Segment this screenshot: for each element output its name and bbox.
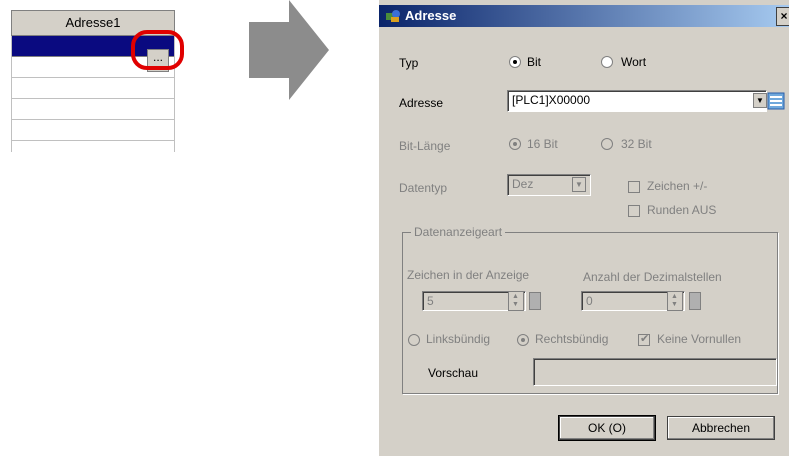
zeichen-label[interactable]: Zeichen +/- (647, 179, 707, 193)
bit32-radio[interactable] (601, 138, 613, 150)
typ-bit-label[interactable]: Bit (527, 55, 541, 69)
adresse-dropdown-button[interactable]: ▼ (753, 93, 767, 108)
grid-row[interactable] (11, 78, 175, 99)
bit32-label[interactable]: 32 Bit (621, 137, 652, 151)
zeichen-spin-buttons[interactable]: ▲ ▼ (508, 291, 524, 311)
bit-laenge-label: Bit-Länge (399, 139, 451, 153)
ok-button[interactable]: OK (O) (558, 415, 656, 441)
zeichen-anzeige-label: Zeichen in der Anzeige (407, 268, 530, 282)
right-arrow-icon (249, 0, 329, 100)
datentyp-dropdown-button[interactable]: ▼ (572, 177, 586, 192)
grid-row[interactable] (11, 99, 175, 120)
dezimal-spin-buttons[interactable]: ▲ ▼ (667, 291, 683, 311)
datentyp-label: Datentyp (399, 181, 448, 195)
zeichen-anzeige-value: 5 (427, 294, 434, 308)
group-legend: Datenanzeigeart (411, 225, 506, 239)
runden-label[interactable]: Runden AUS (647, 203, 716, 217)
keine-vornullen-checkbox[interactable]: ✔ (638, 333, 650, 346)
adresse-input[interactable]: [PLC1]X00000 (507, 90, 767, 112)
vorschau-field (533, 358, 777, 386)
highlight-circle (131, 30, 184, 70)
zeichen-checkbox[interactable] (628, 181, 640, 193)
typ-wort-label[interactable]: Wort (621, 55, 646, 69)
address-dialog: Adresse × Typ Bit Wort Adresse [PLC1]X00… (378, 0, 789, 456)
keypad-icon[interactable] (767, 92, 785, 110)
bit16-label[interactable]: 16 Bit (527, 137, 558, 151)
runden-checkbox[interactable] (628, 205, 640, 217)
keine-vornullen-label[interactable]: Keine Vornullen (657, 332, 741, 346)
adresse-label: Adresse (399, 96, 444, 110)
rechtsbuendig-label[interactable]: Rechtsbündig (535, 332, 608, 346)
typ-wort-radio[interactable] (601, 56, 613, 68)
linksbuendig-radio[interactable] (408, 334, 420, 346)
typ-bit-radio[interactable] (509, 56, 521, 68)
vorschau-label: Vorschau (428, 366, 479, 380)
dezimal-keypad-icon[interactable] (689, 292, 701, 310)
typ-label: Typ (399, 56, 419, 70)
adresse-value: [PLC1]X00000 (512, 93, 591, 107)
dezimal-label: Anzahl der Dezimalstellen (583, 270, 722, 284)
datentyp-value: Dez (512, 177, 534, 191)
zeichen-keypad-icon[interactable] (529, 292, 541, 310)
dialog-title: Adresse (405, 8, 457, 23)
dialog-titlebar[interactable]: Adresse (379, 5, 789, 27)
close-button[interactable]: × (776, 7, 789, 26)
linksbuendig-label[interactable]: Linksbündig (426, 332, 490, 346)
grid-line (11, 36, 12, 152)
bit16-radio[interactable] (509, 138, 521, 150)
cancel-button[interactable]: Abbrechen (667, 416, 775, 440)
grid-row[interactable] (11, 120, 175, 141)
rechtsbuendig-radio[interactable] (517, 334, 529, 346)
dialog-app-icon (386, 10, 400, 22)
dezimal-value: 0 (586, 294, 593, 308)
